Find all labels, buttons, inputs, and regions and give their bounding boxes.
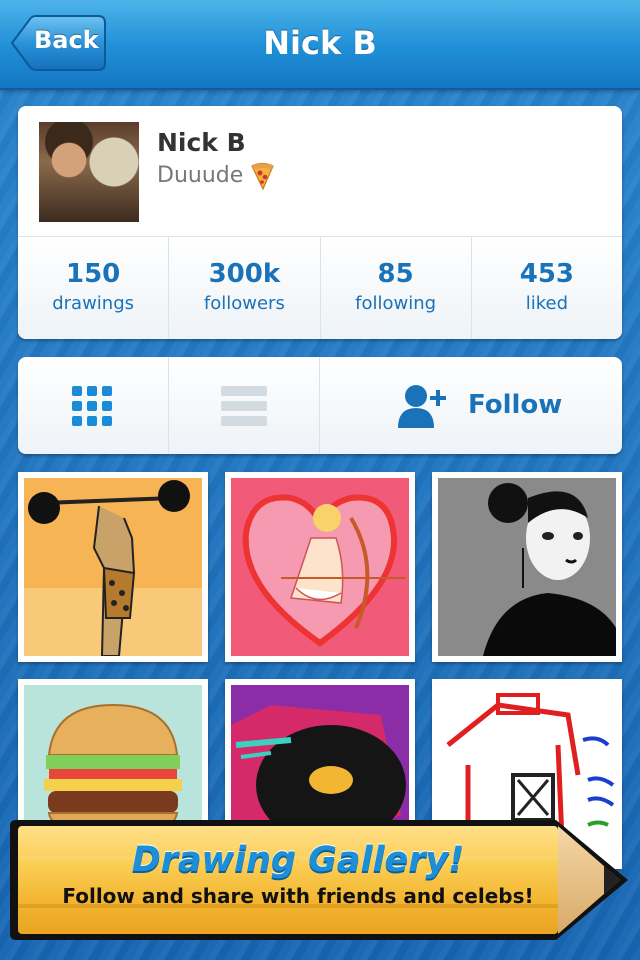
profile-card: Nick B Duuude 150 drawings 300k follower…	[18, 106, 622, 339]
stat-label: drawings	[52, 293, 135, 314]
stat-value: 453	[519, 259, 575, 289]
view-toolbar: Follow	[18, 357, 622, 454]
gallery-item-strongman[interactable]	[18, 472, 208, 662]
pizza-icon	[249, 162, 275, 191]
add-person-icon	[398, 385, 446, 428]
promo-banner[interactable]: Drawing Gallery! Follow and share with f…	[8, 812, 636, 948]
pencil-banner-shape	[10, 820, 628, 940]
stat-value: 150	[65, 259, 121, 289]
stat-followers[interactable]: 300k followers	[169, 237, 321, 339]
follow-button[interactable]: Follow	[320, 357, 622, 454]
stat-label: following	[355, 293, 437, 314]
stat-value: 85	[377, 259, 414, 289]
gallery-item-cupid[interactable]	[225, 472, 415, 662]
gallery-item-portrait[interactable]	[432, 472, 622, 662]
list-view-icon	[221, 386, 267, 426]
follow-label: Follow	[468, 390, 563, 420]
grid-view-button[interactable]	[18, 357, 169, 454]
stat-label: liked	[525, 293, 569, 314]
drawing-thumbnail	[24, 478, 202, 656]
stat-following[interactable]: 85 following	[321, 237, 472, 339]
profile-status-text: Duuude	[157, 163, 244, 188]
banner-title: Drawing Gallery!	[131, 840, 465, 880]
stat-value: 300k	[208, 259, 281, 289]
list-view-button[interactable]	[169, 357, 320, 454]
stat-liked[interactable]: 453 liked	[472, 237, 622, 339]
avatar[interactable]	[39, 122, 139, 222]
profile-name: Nick B	[157, 128, 246, 157]
grid-view-icon	[72, 386, 112, 426]
page-title: Nick B	[263, 24, 377, 62]
profile-stats: 150 drawings 300k followers 85 following…	[18, 236, 622, 339]
drawing-thumbnail	[438, 478, 616, 656]
banner-subtitle: Follow and share with friends and celebs…	[62, 884, 534, 908]
stat-label: followers	[203, 293, 285, 314]
profile-status: Duuude	[157, 162, 275, 191]
stat-drawings[interactable]: 150 drawings	[18, 237, 170, 339]
drawing-thumbnail	[231, 478, 409, 656]
nav-bar: Back Nick B	[0, 0, 640, 90]
